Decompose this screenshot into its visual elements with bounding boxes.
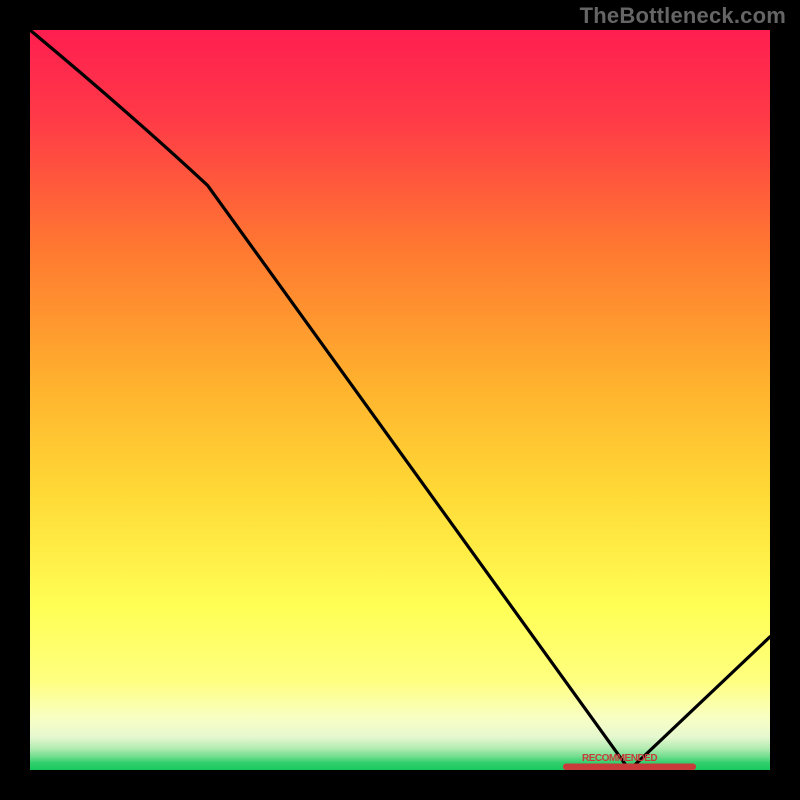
chart-container: TheBottleneck.com <box>0 0 800 800</box>
gradient-background <box>30 30 770 770</box>
chart-svg <box>30 30 770 770</box>
plot-area: RECOMMENDED <box>30 30 770 770</box>
attribution-label: TheBottleneck.com <box>580 3 786 29</box>
recommended-label: RECOMMENDED <box>582 753 657 764</box>
recommended-range-bar <box>563 764 696 771</box>
